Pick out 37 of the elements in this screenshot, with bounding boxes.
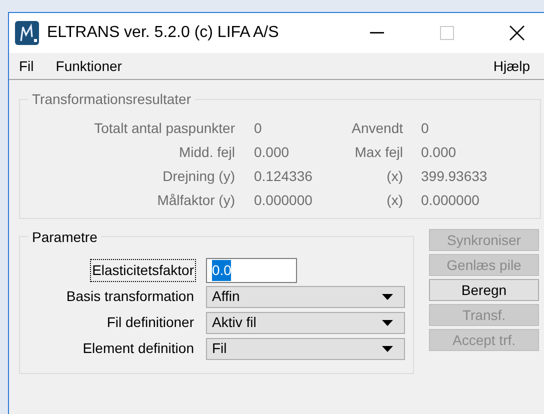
result-value: 0.000000	[420, 191, 480, 210]
result-label: Drejning (y)	[162, 167, 235, 186]
menu-item[interactable]: Funktioner	[56, 56, 122, 76]
field-label: Element definition	[82, 339, 195, 358]
result-value: 0.000000	[253, 191, 314, 210]
result-value: 0	[253, 119, 263, 138]
result-value: 0.000	[253, 143, 290, 162]
result-label: Max fejl	[354, 143, 403, 162]
field-value: 0.0	[212, 260, 232, 281]
result-label: (x)	[386, 191, 403, 210]
caret-icon	[382, 346, 393, 352]
field-label: Fil definitioner	[106, 313, 195, 332]
result-label: Midd. fejl	[178, 143, 235, 162]
field-label: Elasticitetsfaktor	[90, 259, 196, 282]
result-label: Totalt antal paspunkter	[93, 119, 235, 138]
minimize-icon	[370, 32, 384, 34]
result-value: 0.124336	[253, 167, 314, 186]
app-logo-icon	[15, 21, 39, 45]
caret-icon	[382, 294, 393, 300]
result-value: 0.000	[420, 143, 458, 162]
result-label: (x)	[386, 167, 403, 186]
menu-item[interactable]: Fil	[19, 56, 34, 76]
close-icon	[509, 25, 525, 41]
result-value: 399.93633	[420, 167, 488, 186]
maximize-icon	[440, 26, 454, 40]
action-button[interactable]: Beregn	[429, 279, 539, 301]
caret-icon	[382, 320, 393, 326]
text-field[interactable]: 0.0	[206, 258, 297, 283]
dropdown[interactable]: Affin	[206, 286, 405, 308]
dropdown[interactable]: Fil	[206, 338, 405, 360]
result-label: Anvendt	[350, 119, 403, 138]
menu-item[interactable]: Hjælp	[493, 56, 530, 76]
result-label: Målfaktor (y)	[156, 191, 235, 210]
window-title: ELTRANS ver. 5.2.0 (c) LIFA A/S	[47, 23, 279, 43]
result-value: 0	[420, 119, 430, 138]
field-label: Basis transformation	[65, 287, 195, 306]
dropdown[interactable]: Aktiv fil	[206, 312, 405, 334]
